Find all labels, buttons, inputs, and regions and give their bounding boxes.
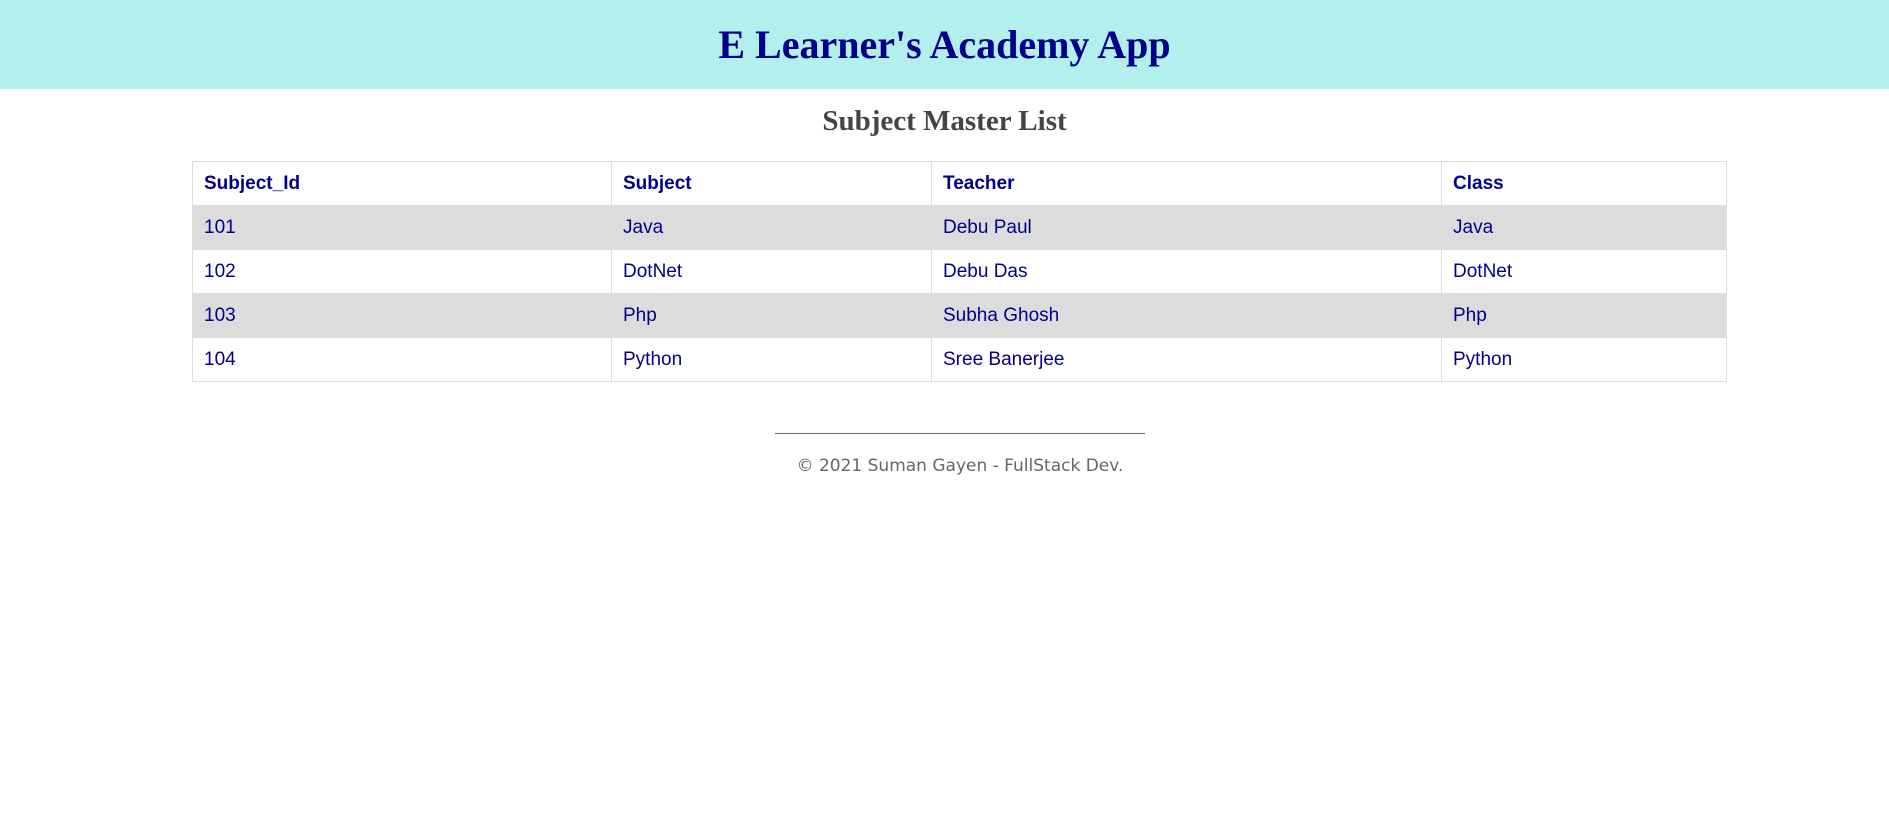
footer: © 2021 Suman Gayen - FullStack Dev. [775, 433, 1145, 476]
table-row: 101 Java Debu Paul Java [192, 205, 1727, 250]
subject-table: Subject_Id Subject Teacher Class 101 Jav… [192, 161, 1727, 382]
cell-teacher: Sree Banerjee [931, 337, 1442, 382]
column-header-teacher: Teacher [931, 161, 1442, 206]
table-row: 102 DotNet Debu Das DotNet [192, 249, 1727, 294]
cell-class: DotNet [1441, 249, 1727, 294]
table-header-row: Subject_Id Subject Teacher Class [192, 161, 1727, 206]
cell-teacher: Subha Ghosh [931, 293, 1442, 338]
cell-class: Python [1441, 337, 1727, 382]
table-row: 103 Php Subha Ghosh Php [192, 293, 1727, 338]
table-row: 104 Python Sree Banerjee Python [192, 337, 1727, 382]
page-title: Subject Master List [822, 105, 1067, 137]
cell-class: Java [1441, 205, 1727, 250]
footer-divider [775, 433, 1145, 434]
column-header-class: Class [1441, 161, 1727, 206]
cell-subject-id: 104 [192, 337, 612, 382]
cell-subject: Java [611, 205, 932, 250]
cell-teacher: Debu Paul [931, 205, 1442, 250]
cell-teacher: Debu Das [931, 249, 1442, 294]
cell-class: Php [1441, 293, 1727, 338]
cell-subject: DotNet [611, 249, 932, 294]
cell-subject-id: 101 [192, 205, 612, 250]
cell-subject-id: 102 [192, 249, 612, 294]
column-header-subject-id: Subject_Id [192, 161, 612, 206]
app-title: E Learner's Academy App [718, 22, 1171, 67]
column-header-subject: Subject [611, 161, 932, 206]
cell-subject: Python [611, 337, 932, 382]
footer-copyright: © 2021 Suman Gayen - FullStack Dev. [796, 456, 1124, 476]
app-header: E Learner's Academy App [0, 0, 1889, 89]
cell-subject: Php [611, 293, 932, 338]
cell-subject-id: 103 [192, 293, 612, 338]
